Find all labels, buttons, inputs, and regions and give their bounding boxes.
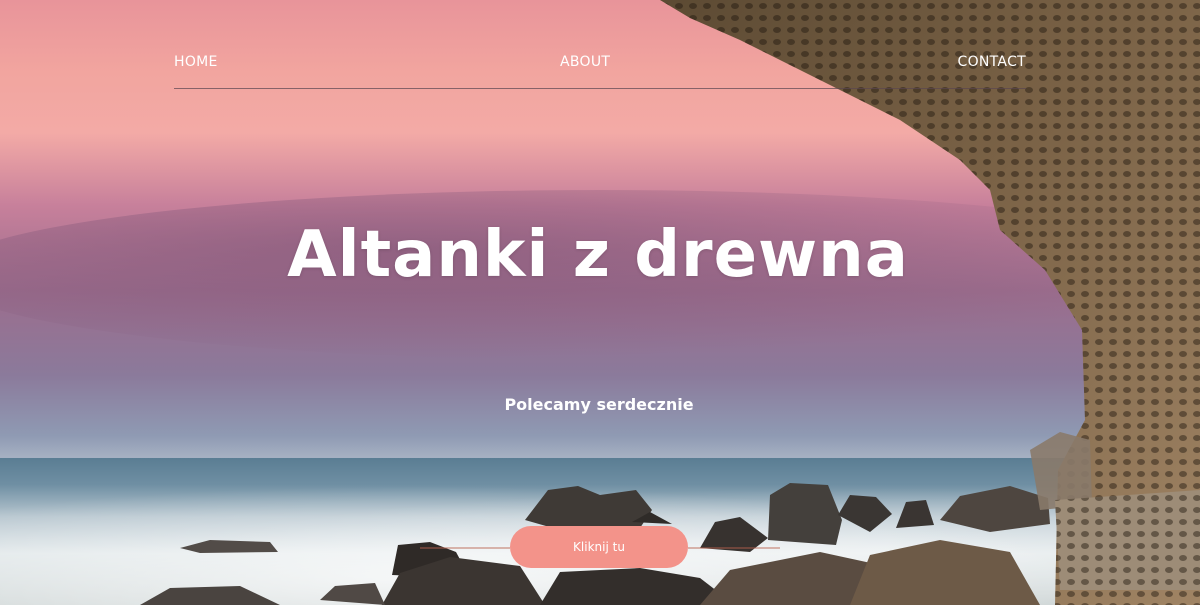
top-navigation: HOME ABOUT CONTACT	[174, 52, 1026, 89]
cta-button[interactable]: Kliknij tu	[510, 526, 688, 568]
hero-subtitle: Polecamy serdecznie	[504, 395, 694, 414]
nav-link-about[interactable]: ABOUT	[560, 54, 610, 70]
nav-link-contact[interactable]: CONTACT	[958, 54, 1027, 70]
hero-section: HOME ABOUT CONTACT Altanki z drewna Pole…	[0, 0, 1200, 605]
cliff-image	[660, 0, 1200, 605]
hero-title: Altanki z drewna	[287, 218, 909, 292]
nav-link-home[interactable]: HOME	[174, 54, 218, 70]
